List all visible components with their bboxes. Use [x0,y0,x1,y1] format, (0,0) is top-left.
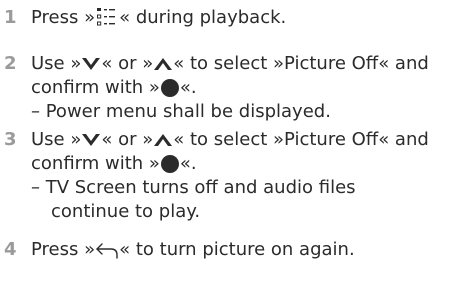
menu-list-icon [95,7,119,29]
ok-circle-icon [160,78,180,98]
step-number: 4 [4,239,17,260]
step-3-line-2: confirm with » «. [31,152,197,176]
step-1-text: Press » « during playback. [31,6,286,30]
step-3-text-c: « to select »Picture Off« and [173,129,429,150]
step-3-text-b: « or » [101,129,154,150]
step-4-text: Press » « to turn picture on again. [31,238,355,262]
step-2-line-2: confirm with » «. [31,76,197,100]
back-arrow-icon [95,241,119,259]
step-4-suffix: « to turn picture on again. [119,239,355,260]
step-2-sub: – Power menu shall be displayed. [31,101,331,122]
step-1-prefix: Press » [31,7,96,28]
step-number: 2 [4,53,17,74]
step-3-line-1: Use » « or » « to select »Picture Off« and [31,128,429,152]
step-3-confirm-end: «. [179,153,197,174]
step-1-suffix: « during playback. [119,7,287,28]
step-2-text-a: Use » [31,53,82,74]
step-4-prefix: Press » [31,239,96,260]
ok-circle-icon [160,154,180,174]
chevron-up-icon [153,133,173,147]
step-3-confirm-text: confirm with » [31,153,160,174]
step-3-sub-2: continue to play. [51,201,201,222]
chevron-down-icon [81,133,101,147]
step-2-text-c: « to select »Picture Off« and [173,53,429,74]
step-number: 1 [4,7,17,28]
step-2-text-b: « or » [101,53,154,74]
step-number: 3 [4,129,17,150]
step-2-line-1: Use » « or » « to select »Picture Off« and [31,52,429,76]
step-3-sub-1: – TV Screen turns off and audio files [31,177,356,198]
step-2-confirm-text: confirm with » [31,77,160,98]
chevron-up-icon [153,57,173,71]
step-2-confirm-end: «. [179,77,197,98]
step-3-text-a: Use » [31,129,82,150]
chevron-down-icon [81,57,101,71]
